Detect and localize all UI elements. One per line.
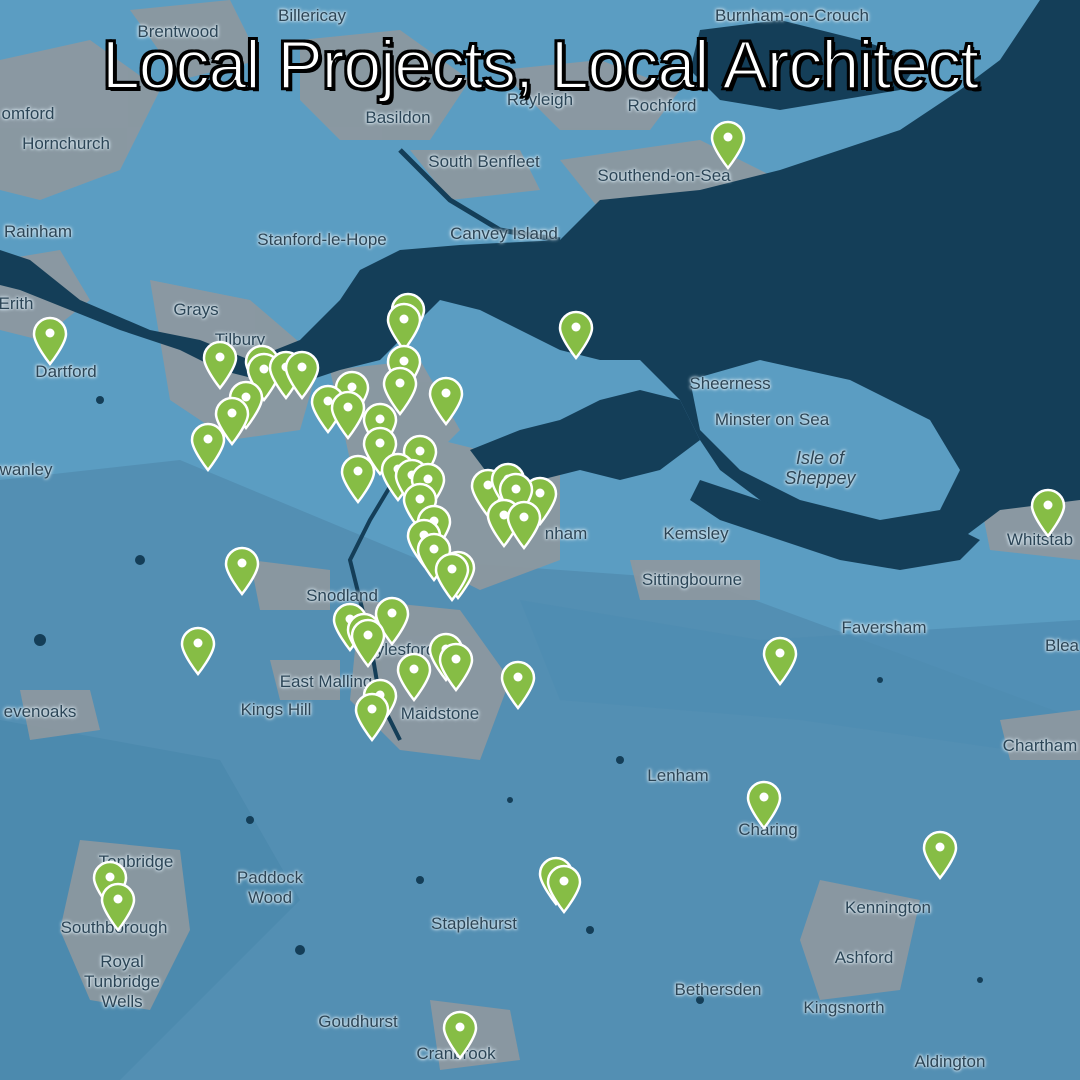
project-pin-icon[interactable] [437, 642, 475, 692]
place-label-billericay: Billericay [277, 6, 347, 25]
project-pin-icon[interactable] [223, 546, 261, 596]
project-pin-icon[interactable] [557, 310, 595, 360]
project-pin-icon[interactable] [99, 882, 137, 932]
place-label-sittingbourne: Sittingbourne [641, 570, 743, 589]
place-label-rainham: Rainham [3, 222, 73, 241]
place-label-hornchurch: Hornchurch [22, 134, 110, 153]
place-label-erith: Erith [0, 294, 34, 313]
place-label-romford: omford [1, 104, 55, 123]
place-label-minster: Minster on Sea [714, 410, 830, 429]
project-pin-icon[interactable] [339, 454, 377, 504]
project-pin-icon[interactable] [189, 422, 227, 472]
project-pin-icon[interactable] [395, 652, 433, 702]
project-pin-icon[interactable] [1029, 488, 1067, 538]
place-label-gillingham: nham [544, 524, 588, 543]
place-label-kemsley: Kemsley [663, 524, 729, 543]
project-pin-icon[interactable] [499, 660, 537, 710]
map-view[interactable]: Brentwood Billericay Burnham-on-Crouch omfo… [0, 0, 1080, 1080]
place-label-paddock-wood: Paddock Wood [236, 868, 304, 907]
place-label-basildon: Basildon [365, 108, 431, 127]
place-label-kennington: Kennington [844, 898, 932, 917]
place-label-swanley: wanley [0, 460, 53, 479]
place-label-sheppey: Isle of Sheppey [784, 448, 856, 488]
project-pin-icon[interactable] [745, 780, 783, 830]
project-pin-icon[interactable] [505, 500, 543, 550]
project-pin-icon[interactable] [427, 376, 465, 426]
place-label-sheerness: Sheerness [689, 374, 771, 393]
place-label-sevenoaks: evenoaks [3, 702, 77, 721]
place-label-blean: Blea [1044, 636, 1080, 655]
place-label-chartham: Chartham [1002, 736, 1078, 755]
project-pin-icon[interactable] [709, 120, 747, 170]
map-title: Local Projects, Local Architect [101, 26, 980, 104]
place-label-bethersden: Bethersden [674, 980, 762, 999]
project-pin-icon[interactable] [761, 636, 799, 686]
project-pin-icon[interactable] [31, 316, 69, 366]
place-label-grays: Grays [173, 300, 219, 319]
place-label-faversham: Faversham [841, 618, 927, 637]
place-label-burnham-on-crouch: Burnham-on-Crouch [714, 6, 870, 25]
project-pin-icon[interactable] [349, 618, 387, 668]
project-pin-icon[interactable] [179, 626, 217, 676]
place-label-staplehurst: Staplehurst [431, 914, 517, 933]
place-label-tunbridge-wells: Royal Tunbridge Wells [84, 952, 160, 1011]
place-label-aldington: Aldington [914, 1052, 986, 1071]
project-pin-icon[interactable] [433, 552, 471, 602]
place-label-east-malling: East Malling [279, 672, 373, 691]
place-label-ashford: Ashford [834, 948, 894, 967]
place-label-south-benfleet: South Benfleet [428, 152, 540, 171]
project-pin-icon[interactable] [441, 1010, 479, 1060]
place-label-stanford: Stanford-le-Hope [257, 230, 387, 249]
place-label-lenham: Lenham [647, 766, 709, 785]
place-label-kings-hill: Kings Hill [240, 700, 312, 719]
project-pin-icon[interactable] [921, 830, 959, 880]
place-label-goudhurst: Goudhurst [318, 1012, 398, 1031]
place-label-kingsnorth: Kingsnorth [803, 998, 885, 1017]
place-label-maidstone: Maidstone [400, 704, 480, 723]
project-pin-icon[interactable] [545, 864, 583, 914]
project-pin-icon[interactable] [353, 692, 391, 742]
place-label-canvey: Canvey Island [450, 224, 558, 243]
